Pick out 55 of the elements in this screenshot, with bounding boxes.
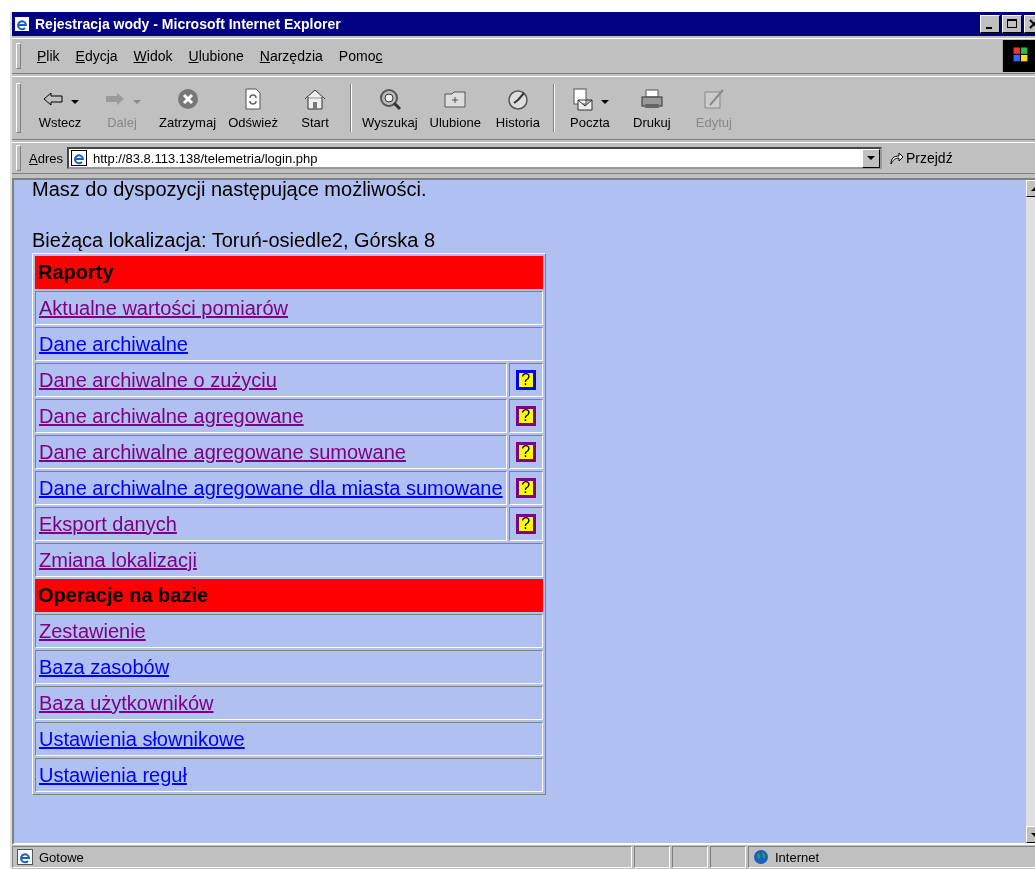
section-header: Operacje na bazie	[35, 579, 543, 612]
status-text: Gotowe	[39, 849, 84, 865]
maximize-button[interactable]	[1002, 15, 1022, 33]
go-button[interactable]: Przejdź	[887, 150, 953, 166]
help-link[interactable]: ?	[515, 370, 536, 390]
up-arrow-icon	[1030, 186, 1035, 191]
browser-logo-icon	[14, 16, 30, 32]
menu-link[interactable]: Eksport danych	[39, 512, 177, 535]
menu-link[interactable]: Zestawienie	[39, 619, 146, 642]
caret-icon	[866, 156, 875, 160]
help-link[interactable]: ?	[515, 406, 536, 426]
menu-link[interactable]: Baza zasobów	[39, 655, 170, 678]
toolbar-button[interactable]: Drukuj	[620, 84, 683, 132]
globe-icon	[753, 849, 769, 865]
help-link[interactable]: ?	[515, 442, 536, 462]
address-label: Adres	[29, 150, 63, 166]
menu-item[interactable]: Plik	[29, 48, 68, 64]
menu-item[interactable]: Pomoc	[330, 48, 391, 64]
down-arrow-icon	[1030, 832, 1035, 837]
toolbar-button[interactable]: Start	[284, 84, 347, 132]
edit-icon	[701, 87, 726, 111]
page-icon	[17, 849, 33, 865]
address-field[interactable]: http://83.8.113.138/telemetria/login.php	[66, 147, 882, 169]
window-title: Rejestracja wody - Microsoft Internet Explorer	[35, 16, 342, 32]
menu-item[interactable]: Ulubione	[180, 48, 252, 64]
current-location-text: Bieżąca lokalizacja: Toruń-osiedle2, Górska 8	[32, 229, 437, 252]
toolbar-button[interactable]: Zatrzymaj	[153, 84, 223, 132]
toolbar-button[interactable]: Wstecz	[29, 84, 91, 132]
minimize-button[interactable]	[980, 15, 1000, 33]
section-header: Raporty	[35, 256, 543, 289]
mail-icon	[570, 87, 595, 111]
menu-link[interactable]: Dane archiwalne	[39, 332, 188, 355]
menu-item[interactable]: Edycja	[67, 48, 126, 64]
security-zone: Internet	[748, 846, 1035, 868]
home-icon	[303, 87, 328, 111]
menu-item[interactable]: Narzędzia	[251, 48, 331, 64]
stop-icon	[175, 87, 200, 111]
search-icon	[377, 87, 402, 111]
help-link[interactable]: ?	[515, 478, 536, 498]
toolbar-button[interactable]: Historia	[486, 84, 549, 132]
help-link[interactable]: ?	[515, 514, 536, 534]
page-icon	[70, 150, 87, 166]
arrow-icon	[887, 150, 904, 166]
dropdown-button[interactable]	[861, 148, 880, 168]
menu-link[interactable]: Ustawienia reguł	[39, 763, 187, 786]
toolbar-button[interactable]: Wyszukaj	[356, 84, 424, 132]
toolbar-button[interactable]: Odśwież	[222, 84, 285, 132]
intro-text: Masz do dyspozycji następujące możliwości.	[32, 180, 428, 201]
toolbar-button[interactable]: Poczta	[558, 84, 621, 132]
menu-item[interactable]: Widok	[125, 48, 181, 64]
minimize-icon	[985, 27, 992, 29]
toolbar-button[interactable]: Ulubione	[423, 84, 487, 132]
maximize-icon	[1007, 19, 1017, 29]
printer-icon	[639, 87, 664, 111]
clock-icon	[505, 87, 530, 111]
